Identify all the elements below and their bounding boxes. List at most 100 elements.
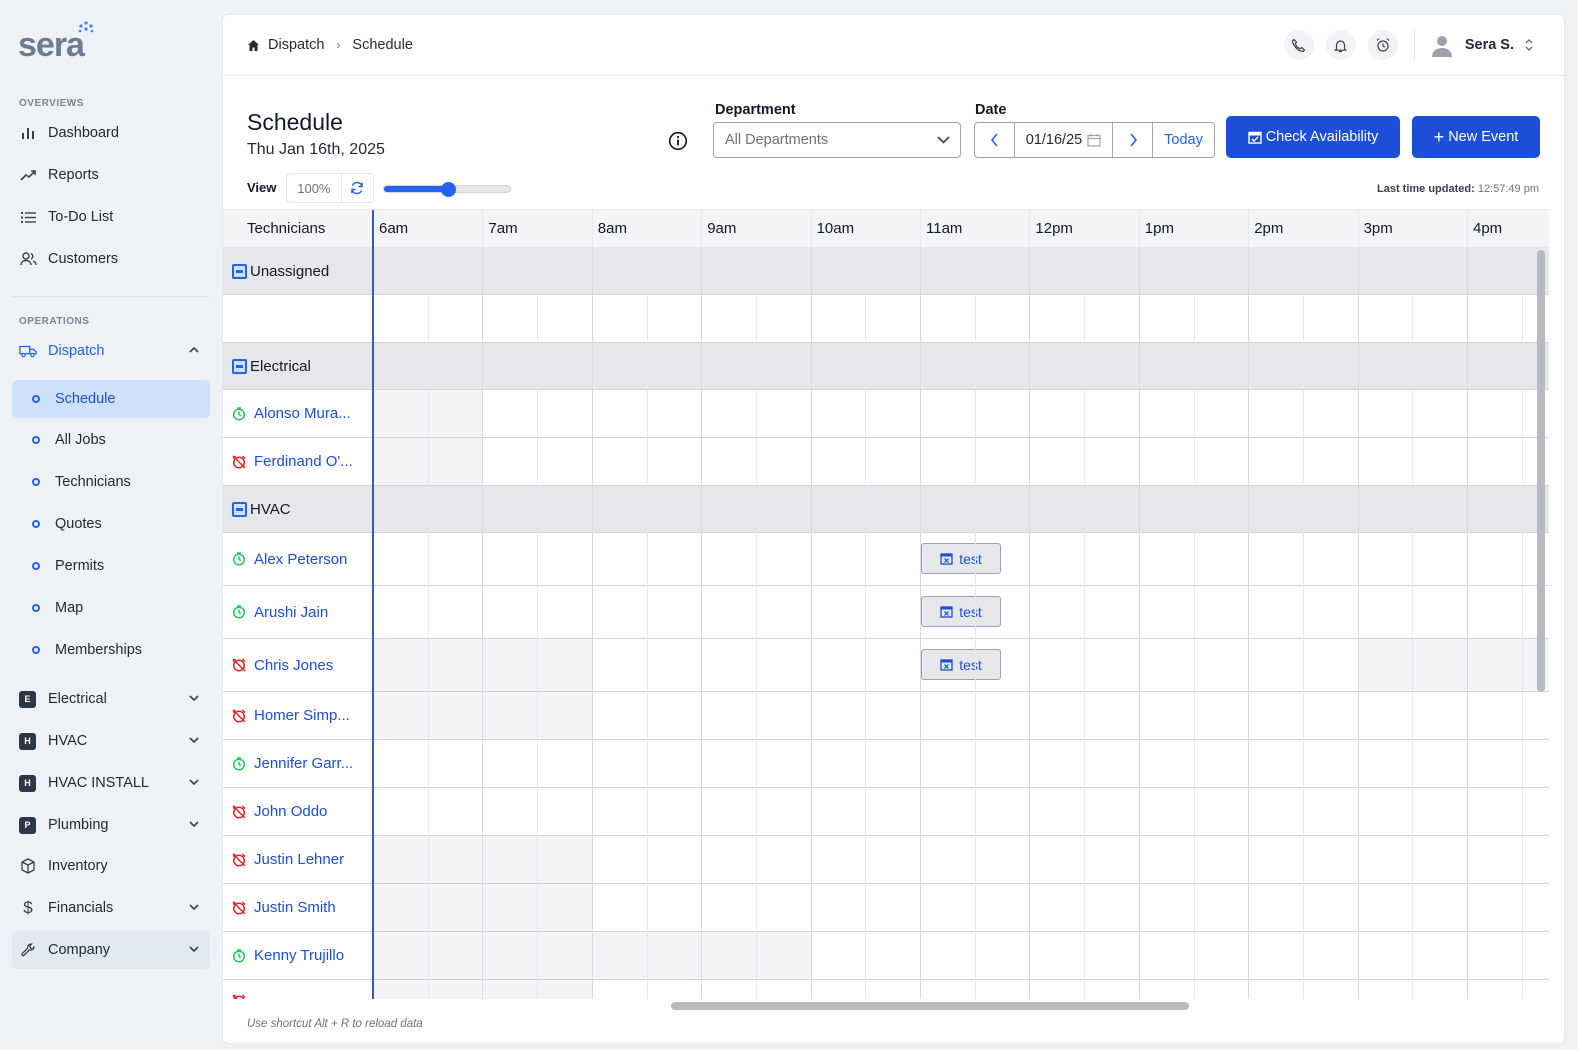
sidebar-item-quotes[interactable]: Quotes (12, 505, 210, 543)
technician-cell[interactable]: Ferdinand O'... (223, 438, 373, 485)
user-name[interactable]: Sera S. (1465, 37, 1514, 53)
hour-gridline (1029, 248, 1031, 999)
collapse-icon[interactable] (232, 264, 247, 279)
department-value: All Departments (725, 132, 829, 148)
breadcrumb-dispatch[interactable]: Dispatch (268, 37, 324, 53)
sidebar-item-financials[interactable]: $ Financials (12, 889, 210, 927)
technician-row[interactable]: John Oddo (223, 788, 1549, 836)
technician-cell[interactable]: Alex Peterson (223, 533, 373, 585)
phone-button[interactable] (1283, 30, 1314, 60)
event-block[interactable]: test (921, 596, 1001, 627)
reset-zoom-button[interactable] (342, 181, 373, 195)
avatar[interactable] (1427, 30, 1457, 60)
notifications-button[interactable] (1325, 30, 1356, 60)
sera-logo[interactable]: sera (18, 21, 94, 65)
sidebar-item-memberships[interactable]: Memberships (12, 631, 210, 669)
technician-cell[interactable]: Kenny Trujillo (223, 932, 373, 979)
alarm-button[interactable] (1367, 30, 1398, 60)
sidebar-item-label: Technicians (55, 474, 131, 490)
home-icon[interactable] (247, 39, 260, 52)
hour-gridline (701, 248, 703, 999)
zoom-slider[interactable] (383, 182, 511, 197)
next-day-button[interactable] (1113, 123, 1153, 157)
sidebar-item-customers[interactable]: Customers (12, 240, 210, 278)
technician-row[interactable]: Alex Peterson test (223, 533, 1549, 586)
unassigned-row[interactable] (223, 295, 1549, 343)
sidebar-item-electrical[interactable]: E Electrical (12, 680, 210, 718)
half-hour-gridline (646, 248, 648, 999)
available-clock-icon (232, 605, 246, 619)
technician-cell[interactable]: Justin Lehner (223, 836, 373, 883)
group-row-electrical[interactable]: Electrical (223, 343, 1549, 390)
technician-cell[interactable] (223, 980, 373, 999)
event-block[interactable]: test (921, 649, 1001, 680)
sidebar-item-hvac-install[interactable]: H HVAC INSTALL (12, 764, 210, 802)
technician-row[interactable]: Chris Jones test (223, 639, 1549, 692)
sidebar-item-dispatch[interactable]: Dispatch (12, 332, 210, 370)
new-event-button[interactable]: + New Event (1412, 116, 1540, 158)
users-icon (19, 250, 37, 268)
available-clock-icon (232, 756, 246, 771)
collapse-icon[interactable] (232, 502, 247, 517)
check-availability-button[interactable]: Check Availability (1226, 116, 1400, 158)
sidebar-item-dashboard[interactable]: Dashboard (12, 114, 210, 152)
technician-cell[interactable]: Chris Jones (223, 639, 373, 691)
sidebar-item-map[interactable]: Map (12, 589, 210, 627)
technician-row-partial[interactable] (223, 980, 1549, 999)
info-icon[interactable] (668, 131, 688, 151)
zoom-control: 100% (286, 173, 374, 203)
department-select[interactable]: All Departments (713, 122, 961, 158)
sidebar-item-all-jobs[interactable]: All Jobs (12, 421, 210, 459)
technician-cell[interactable]: Homer Simp... (223, 692, 373, 739)
sidebar-item-inventory[interactable]: Inventory (12, 847, 210, 885)
technician-row[interactable]: Arushi Jain test (223, 586, 1549, 639)
technician-cell[interactable]: John Oddo (223, 788, 373, 835)
sidebar-item-plumbing[interactable]: P Plumbing (12, 806, 210, 844)
technician-row[interactable]: Jennifer Garr... (223, 740, 1549, 788)
sidebar-item-hvac[interactable]: H HVAC (12, 722, 210, 760)
bullet-icon (32, 395, 40, 403)
sidebar-item-permits[interactable]: Permits (12, 547, 210, 585)
today-button[interactable]: Today (1153, 123, 1214, 157)
technician-row[interactable]: Justin Smith (223, 884, 1549, 932)
half-hour-gridline (1193, 248, 1195, 999)
zoom-slider-thumb[interactable] (441, 182, 456, 197)
page-title: Schedule (247, 109, 343, 135)
technician-cell[interactable]: Jennifer Garr... (223, 740, 373, 787)
collapse-icon[interactable] (232, 359, 247, 374)
sidebar-item-todo[interactable]: To-Do List (12, 198, 210, 236)
truck-icon (19, 342, 37, 360)
hour-header-divider (1467, 210, 1468, 248)
sparkle-icon (78, 21, 94, 33)
hour-label: 2pm (1254, 220, 1284, 237)
chevron-updown-icon[interactable] (1524, 38, 1534, 52)
user-icon (1431, 36, 1452, 57)
hour-header-divider (1138, 210, 1140, 248)
sidebar-item-company[interactable]: Company (12, 931, 210, 969)
date-input[interactable]: 01/16/25 (1015, 123, 1113, 157)
technician-row[interactable]: Justin Lehner (223, 836, 1549, 884)
technician-row[interactable]: Alonso Mura... (223, 390, 1549, 438)
sidebar-item-label: Financials (48, 900, 114, 916)
prev-day-button[interactable] (975, 123, 1015, 157)
technician-cell[interactable]: Alonso Mura... (223, 390, 373, 437)
group-row-unassigned[interactable]: Unassigned (223, 248, 1549, 295)
calendar-x-icon (940, 606, 953, 618)
technician-row[interactable]: Kenny Trujillo (223, 932, 1549, 980)
sidebar-item-technicians[interactable]: Technicians (12, 463, 210, 501)
vertical-scrollbar[interactable] (1537, 250, 1545, 692)
sidebar-item-reports[interactable]: Reports (12, 156, 210, 194)
calendar-check-icon (1248, 131, 1262, 144)
technician-cell[interactable]: Arushi Jain (223, 586, 373, 638)
page-date: Thu Jan 16th, 2025 (247, 141, 385, 158)
sidebar-item-schedule[interactable]: Schedule (12, 380, 210, 418)
technician-row[interactable]: Ferdinand O'... (223, 438, 1549, 486)
group-row-hvac[interactable]: HVAC (223, 486, 1549, 533)
calendar-icon[interactable] (1087, 133, 1101, 147)
technician-row[interactable]: Homer Simp... (223, 692, 1549, 740)
chevron-down-icon (189, 737, 199, 744)
technician-cell[interactable]: Justin Smith (223, 884, 373, 931)
horizontal-scrollbar[interactable] (671, 1002, 1189, 1010)
event-block[interactable]: test (921, 543, 1001, 574)
zoom-value[interactable]: 100% (287, 174, 342, 202)
